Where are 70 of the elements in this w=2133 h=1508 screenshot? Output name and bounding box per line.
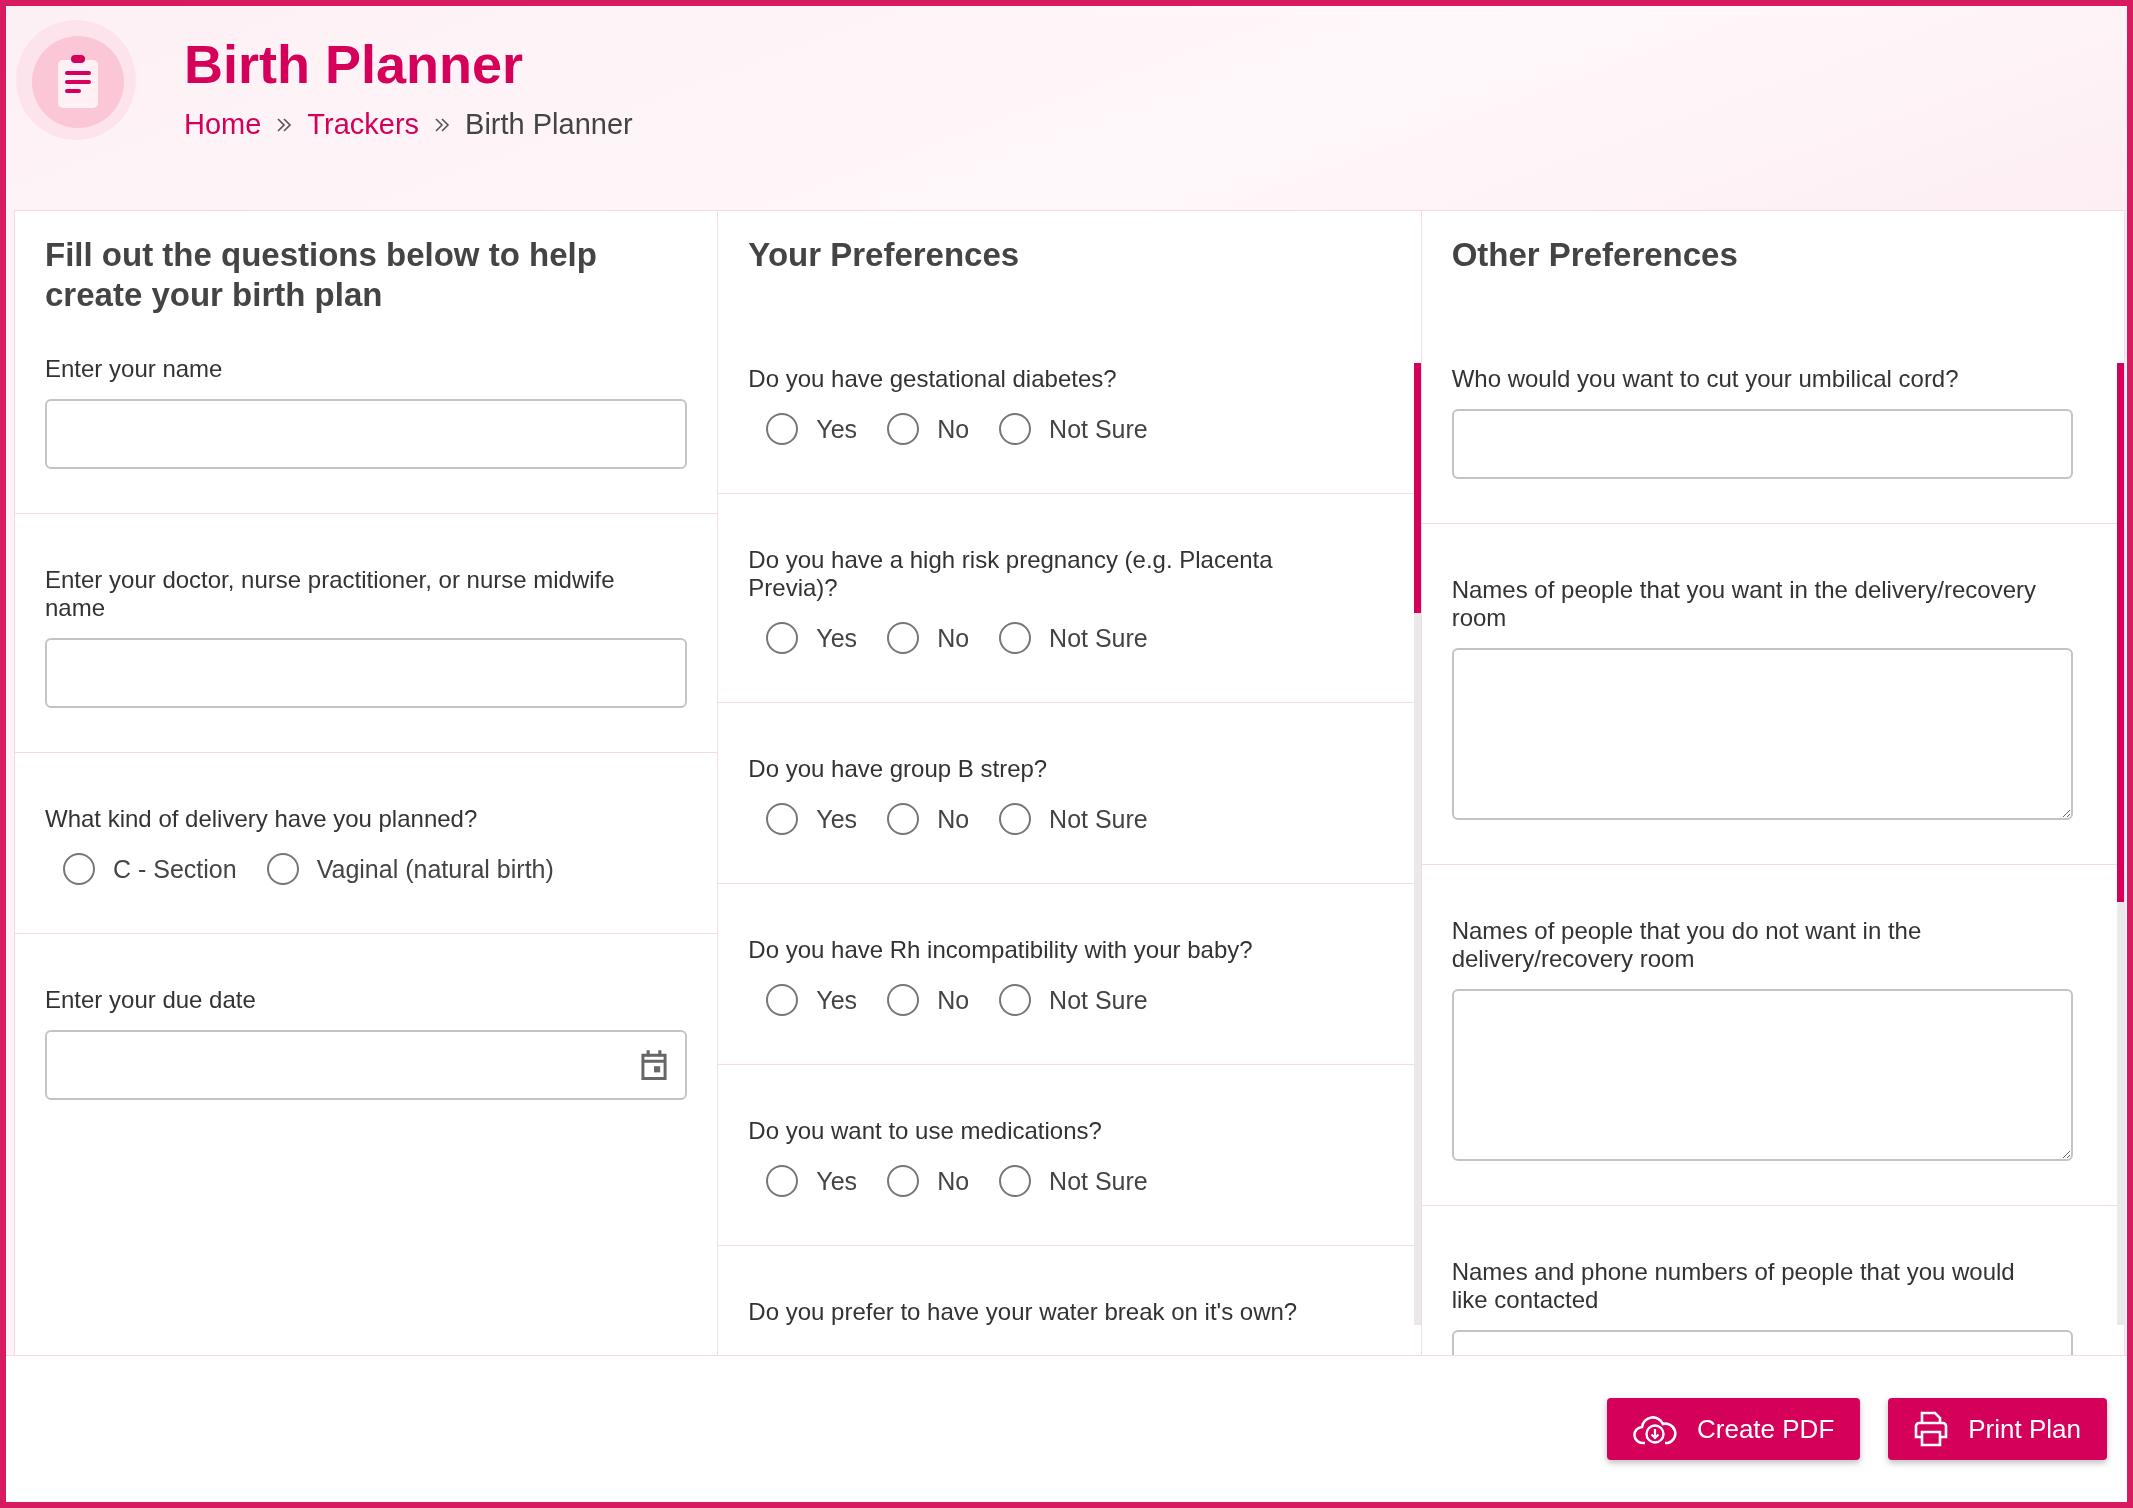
radio-button[interactable] xyxy=(887,984,920,1016)
option-label: Yes xyxy=(816,414,858,444)
scrollbar[interactable] xyxy=(1413,363,1421,1325)
printer-icon xyxy=(1914,1411,1949,1447)
option-label: Not Sure xyxy=(1049,1166,1148,1196)
option-label: Not Sure xyxy=(1049,804,1148,834)
chevron-icon xyxy=(275,115,294,134)
page-title: Birth Planner xyxy=(184,34,525,94)
question-label: Enter your name xyxy=(45,355,224,383)
scrollbar-thumb[interactable] xyxy=(1413,363,1421,614)
cloud-download-icon xyxy=(1633,1413,1677,1445)
question-label: Names and phone numbers of people that you would like contacted xyxy=(1451,1258,2016,1314)
radio-button[interactable] xyxy=(766,622,799,654)
option-label: Not Sure xyxy=(1049,985,1148,1015)
option-label: No xyxy=(937,985,970,1015)
question-label: Do you have Rh incompatibility with your baby? xyxy=(748,936,1254,964)
option-label: Yes xyxy=(816,1166,858,1196)
question-label: Enter your doctor, nurse practitioner, or nurse midwife name xyxy=(45,566,616,622)
radio-button[interactable] xyxy=(887,803,920,835)
question-label: Do you want to use medications? xyxy=(748,1117,1103,1145)
scrollbar[interactable] xyxy=(2117,363,2124,1325)
radio-button[interactable] xyxy=(887,413,920,445)
date-field[interactable] xyxy=(45,1030,688,1100)
question-label: Do you have group B strep? xyxy=(748,755,1049,783)
radio-button[interactable] xyxy=(999,803,1032,835)
radio-button[interactable] xyxy=(63,853,95,885)
question-label: Names of people that you want in the delivery/recovery room xyxy=(1451,576,2037,632)
breadcrumb-link[interactable]: Trackers xyxy=(307,108,420,141)
text-field[interactable] xyxy=(1451,409,2073,479)
question-label: Who would you want to cut your umbilical cord? xyxy=(1451,365,1960,393)
question-label: Names of people that you do not want in the delivery/recovery room xyxy=(1451,917,1923,973)
option-label: No xyxy=(937,1166,970,1196)
option-label: C - Section xyxy=(113,854,237,884)
radio-button[interactable] xyxy=(999,413,1032,445)
question-label: Do you have a high risk pregnancy (e.g. Placenta Previa)? xyxy=(748,546,1274,602)
radio-button[interactable] xyxy=(999,1165,1032,1197)
option-label: Not Sure xyxy=(1049,414,1148,444)
option-label: Yes xyxy=(816,804,858,834)
question-label: Do you have gestational diabetes? xyxy=(748,365,1118,393)
section-heading: Your Preferences xyxy=(748,235,1021,275)
breadcrumb-link[interactable]: Home xyxy=(184,108,262,141)
breadcrumb-current: Birth Planner xyxy=(465,108,633,141)
option-label: No xyxy=(937,804,970,834)
text-field[interactable] xyxy=(45,638,688,708)
section-heading: Fill out the questions below to help create your birth plan xyxy=(45,235,598,315)
chevron-icon xyxy=(433,115,452,134)
radio-button[interactable] xyxy=(766,803,799,835)
radio-button[interactable] xyxy=(766,984,799,1016)
radio-button[interactable] xyxy=(887,622,920,654)
question-label: Do you prefer to have your water break on it's own? xyxy=(748,1298,1299,1326)
text-field[interactable] xyxy=(45,399,688,469)
radio-button[interactable] xyxy=(999,622,1032,654)
option-label: Yes xyxy=(816,985,858,1015)
option-label: Yes xyxy=(816,623,858,653)
calendar-icon[interactable] xyxy=(639,1049,670,1081)
option-label: No xyxy=(937,414,970,444)
action-button[interactable]: Create PDF xyxy=(1607,1398,1861,1460)
scrollbar-thumb[interactable] xyxy=(2117,363,2124,902)
action-button[interactable]: Print Plan xyxy=(1888,1398,2107,1460)
radio-button[interactable] xyxy=(887,1165,920,1197)
radio-button[interactable] xyxy=(766,413,799,445)
radio-button[interactable] xyxy=(999,984,1032,1016)
question-label: Enter your due date xyxy=(45,986,257,1014)
radio-button[interactable] xyxy=(766,1165,799,1197)
option-label: Vaginal (natural birth) xyxy=(316,854,554,884)
option-label: No xyxy=(937,623,970,653)
radio-button[interactable] xyxy=(266,853,299,885)
option-label: Not Sure xyxy=(1049,623,1148,653)
section-heading: Other Preferences xyxy=(1451,235,1739,275)
question-label: What kind of delivery have you planned? xyxy=(45,805,479,833)
